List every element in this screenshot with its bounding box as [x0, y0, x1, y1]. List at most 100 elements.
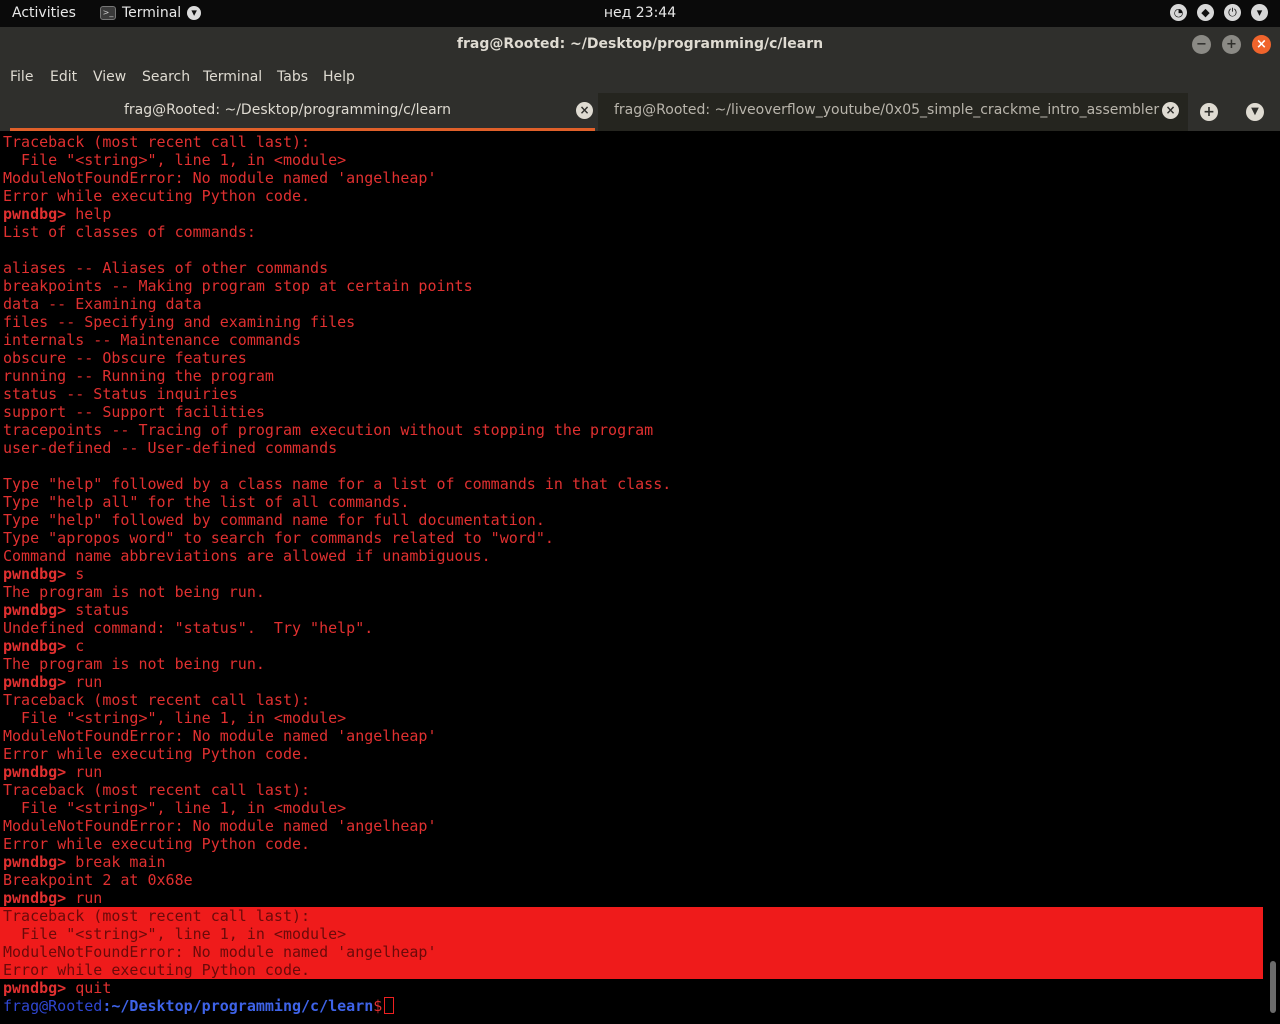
window-title: frag@Rooted: ~/Desktop/programming/c/lea… [456, 36, 824, 52]
prompt: pwndbg> [3, 853, 67, 871]
prompt: pwndbg> [3, 763, 67, 781]
command-text: run [66, 673, 103, 691]
tab-bar: frag@Rooted: ~/Desktop/programming/c/lea… [0, 93, 1280, 131]
prompt: pwndbg> [3, 565, 67, 583]
output-line: The program is not being run. [3, 655, 265, 673]
output-line: ModuleNotFoundError: No module named 'an… [3, 727, 437, 745]
output-line: ModuleNotFoundError: No module named 'an… [3, 817, 437, 835]
highlighted-output-line: Error while executing Python code. [0, 961, 1263, 979]
output-line: aliases -- Aliases of other commands [3, 259, 329, 277]
prompt-line: pwndbg> run [3, 763, 1263, 781]
scrollbar-thumb[interactable] [1270, 961, 1276, 1013]
prompt-line: pwndbg> break main [3, 853, 1263, 871]
highlighted-output-line: ModuleNotFoundError: No module named 'an… [0, 943, 1263, 961]
command-text: run [66, 763, 103, 781]
output-line: The program is not being run. [3, 583, 265, 601]
tab-label: frag@Rooted: ~/Desktop/programming/c/lea… [123, 102, 452, 118]
output-line: Undefined command: "status". Try "help". [3, 619, 374, 637]
terminal-lines: Traceback (most recent call last): File … [0, 133, 1263, 1015]
output-line: Type "help" followed by a class name for… [3, 475, 672, 493]
output-line: tracepoints -- Tracing of program execut… [3, 421, 654, 439]
prompt: pwndbg> [3, 205, 67, 223]
output-line: status -- Status inquiries [3, 385, 238, 403]
prompt-line: pwndbg> s [3, 565, 1263, 583]
output-line: Type "help" followed by command name for… [3, 511, 545, 529]
shell-symbol: $ [373, 997, 383, 1015]
output-line: Breakpoint 2 at 0x68e [3, 871, 193, 889]
clock[interactable]: нед 23:44 [0, 5, 1280, 21]
command-text: s [66, 565, 85, 583]
output-line: Type "apropos word" to search for comman… [3, 529, 554, 547]
prompt-line: pwndbg> run [3, 673, 1263, 691]
highlighted-output-line: Traceback (most recent call last): [0, 907, 1263, 925]
menu-view[interactable]: View [93, 69, 126, 85]
power-icon[interactable]: ⏻ [1224, 4, 1241, 21]
command-text: run [66, 889, 103, 907]
output-line: Error while executing Python code. [3, 187, 311, 205]
menu-tabs[interactable]: Tabs [277, 69, 308, 85]
minimize-button[interactable]: − [1192, 35, 1211, 54]
prompt: pwndbg> [3, 601, 67, 619]
menu-help[interactable]: Help [323, 69, 355, 85]
menu-search[interactable]: Search [142, 69, 190, 85]
output-line: data -- Examining data [3, 295, 202, 313]
shell-prompt-line[interactable]: frag@Rooted:~/Desktop/programming/c/lear… [3, 997, 1263, 1015]
command-text: help [66, 205, 112, 223]
output-line: Error while executing Python code. [3, 745, 311, 763]
tab-menu-button[interactable]: ▼ [1246, 103, 1264, 121]
new-tab-button[interactable]: + [1200, 103, 1218, 121]
menu-edit[interactable]: Edit [50, 69, 77, 85]
output-line: Traceback (most recent call last): [3, 133, 311, 151]
output-line: support -- Support facilities [3, 403, 265, 421]
output-line: ModuleNotFoundError: No module named 'an… [3, 169, 437, 187]
prompt-line: pwndbg> help [3, 205, 1263, 223]
prompt-line: pwndbg> quit [3, 979, 1263, 997]
output-line: Command name abbreviations are allowed i… [3, 547, 491, 565]
command-text: break main [66, 853, 166, 871]
menu-terminal[interactable]: Terminal [203, 69, 262, 85]
scrollbar[interactable] [1266, 131, 1280, 1024]
tab-liveoverflow[interactable]: frag@Rooted: ~/liveoverflow_youtube/0x05… [598, 93, 1188, 131]
window-titlebar: frag@Rooted: ~/Desktop/programming/c/lea… [0, 27, 1280, 63]
output-line: files -- Specifying and examining files [3, 313, 356, 331]
output-line: internals -- Maintenance commands [3, 331, 302, 349]
menu-bar: File Edit View Search Terminal Tabs Help [0, 63, 1280, 93]
prompt: pwndbg> [3, 673, 67, 691]
top-panel: Activities >_ Terminal ▾ нед 23:44 ◔ ◆ ⏻… [0, 0, 1280, 27]
command-text: status [66, 601, 130, 619]
output-line: user-defined -- User-defined commands [3, 439, 338, 457]
prompt-line: pwndbg> status [3, 601, 1263, 619]
shell-user-host: frag@Rooted [3, 997, 103, 1015]
prompt: pwndbg> [3, 637, 67, 655]
command-text: c [66, 637, 85, 655]
shell-path: ~/Desktop/programming/c/learn [111, 997, 374, 1015]
output-line: List of classes of commands: [3, 223, 256, 241]
menu-file[interactable]: File [10, 69, 33, 85]
output-line: obscure -- Obscure features [3, 349, 247, 367]
system-tray[interactable]: ◔ ◆ ⏻ ▾ [1170, 4, 1268, 21]
output-line: Error while executing Python code. [3, 835, 311, 853]
command-text: quit [66, 979, 112, 997]
output-line: File "<string>", line 1, in <module> [3, 151, 347, 169]
prompt-line: pwndbg> c [3, 637, 1263, 655]
tab-learn[interactable]: frag@Rooted: ~/Desktop/programming/c/lea… [10, 93, 595, 131]
chevron-down-icon[interactable]: ▾ [1251, 4, 1268, 21]
output-line: Traceback (most recent call last): [3, 691, 311, 709]
close-window-button[interactable]: × [1252, 35, 1271, 54]
highlighted-output-line: File "<string>", line 1, in <module> [0, 925, 1263, 943]
terminal-output[interactable]: Traceback (most recent call last): File … [0, 131, 1280, 1024]
volume-icon[interactable]: ◆ [1197, 4, 1214, 21]
output-line: File "<string>", line 1, in <module> [3, 709, 347, 727]
close-tab-icon[interactable]: × [1162, 102, 1179, 119]
prompt: pwndbg> [3, 889, 67, 907]
text-cursor [384, 997, 395, 1014]
prompt-line: pwndbg> run [3, 889, 1263, 907]
prompt: pwndbg> [3, 979, 67, 997]
maximize-button[interactable]: + [1222, 35, 1241, 54]
output-line: File "<string>", line 1, in <module> [3, 799, 347, 817]
network-icon[interactable]: ◔ [1170, 4, 1187, 21]
close-tab-icon[interactable]: × [576, 102, 593, 119]
output-line: running -- Running the program [3, 367, 274, 385]
